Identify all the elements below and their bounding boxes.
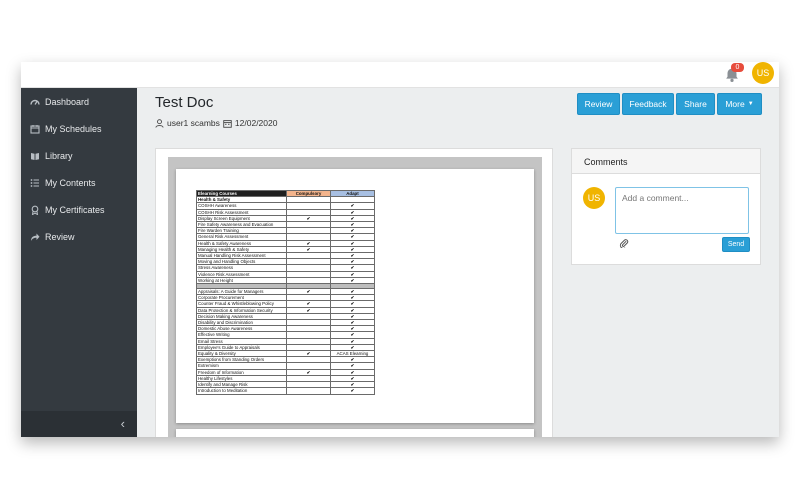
- sidebar-item-library[interactable]: Library: [21, 145, 137, 167]
- user-avatar[interactable]: US: [752, 62, 774, 84]
- avatar: US: [583, 187, 605, 209]
- sidebar-item-label: My Contents: [45, 178, 96, 188]
- more-label: More: [725, 99, 745, 109]
- feedback-button[interactable]: Feedback: [622, 93, 674, 115]
- sidebar-item-label: Review: [45, 232, 75, 242]
- calendar-icon: [29, 124, 41, 134]
- dashboard-icon: [29, 97, 41, 107]
- comments-title: Comments: [572, 149, 760, 174]
- sidebar-item-label: Library: [45, 151, 73, 161]
- send-button[interactable]: Send: [722, 237, 750, 252]
- document-page: [176, 429, 534, 437]
- document-author: user1 scambs: [167, 118, 220, 128]
- document-page: Elearning Courses Compulsory Adapt Health &…: [176, 169, 534, 423]
- calendar-icon: [223, 119, 232, 128]
- top-bar: 0 US: [21, 62, 779, 88]
- table-cell: ✔: [330, 387, 375, 395]
- course-table-body: Elearning Courses Compulsory Adapt Health &…: [196, 189, 375, 395]
- sidebar-footer: ‹: [21, 411, 137, 437]
- caret-down-icon: ▼: [747, 101, 754, 107]
- sidebar-item-label: Dashboard: [45, 97, 90, 107]
- table-cell: Counter Fraud & Whistleblowing Policy: [196, 300, 287, 308]
- notification-badge: 0: [731, 63, 744, 72]
- sidebar-item-my-contents[interactable]: My Contents: [21, 172, 137, 194]
- table-row: Introduction to Meditation ✔: [196, 387, 375, 395]
- table-cell: [286, 387, 331, 395]
- share-button[interactable]: Share: [676, 93, 715, 115]
- sidebar-item-label: My Schedules: [45, 124, 102, 134]
- chevron-left-icon[interactable]: ‹: [121, 416, 125, 431]
- comment-input[interactable]: [615, 187, 749, 234]
- comments-panel: Comments US Send: [571, 148, 761, 265]
- sidebar-item-label: My Certificates: [45, 205, 105, 215]
- document-viewer[interactable]: Elearning Courses Compulsory Adapt Health &…: [168, 157, 542, 437]
- review-button[interactable]: Review: [577, 93, 620, 115]
- book-icon: [29, 151, 41, 161]
- app-window: 0 US Dashboard My Schedules Library My C…: [21, 62, 779, 437]
- award-icon: [29, 205, 41, 215]
- table-cell: Fire Safety Awareness and Evacuation: [196, 220, 287, 229]
- document-date: 12/02/2020: [234, 118, 278, 128]
- list-icon: [29, 178, 41, 188]
- sidebar-item-my-certificates[interactable]: My Certificates: [21, 199, 137, 221]
- paperclip-icon[interactable]: [619, 238, 629, 248]
- share-icon: [29, 232, 41, 242]
- user-icon: [155, 118, 164, 128]
- sidebar: Dashboard My Schedules Library My Conten…: [21, 88, 137, 437]
- table-cell: Introduction to Meditation: [196, 387, 287, 395]
- table-cell: ACAS Elearning: [330, 350, 375, 358]
- document-meta: user1 scambs 12/02/2020: [155, 118, 277, 128]
- course-table: Elearning Courses Compulsory Adapt Health &…: [196, 189, 375, 395]
- sidebar-item-review[interactable]: Review: [21, 226, 137, 248]
- page-title: Test Doc: [155, 94, 214, 111]
- sidebar-item-my-schedules[interactable]: My Schedules: [21, 118, 137, 140]
- document-panel: Elearning Courses Compulsory Adapt Health &…: [155, 148, 553, 437]
- sidebar-item-dashboard[interactable]: Dashboard: [21, 91, 137, 113]
- more-dropdown-button[interactable]: More ▼: [717, 93, 762, 115]
